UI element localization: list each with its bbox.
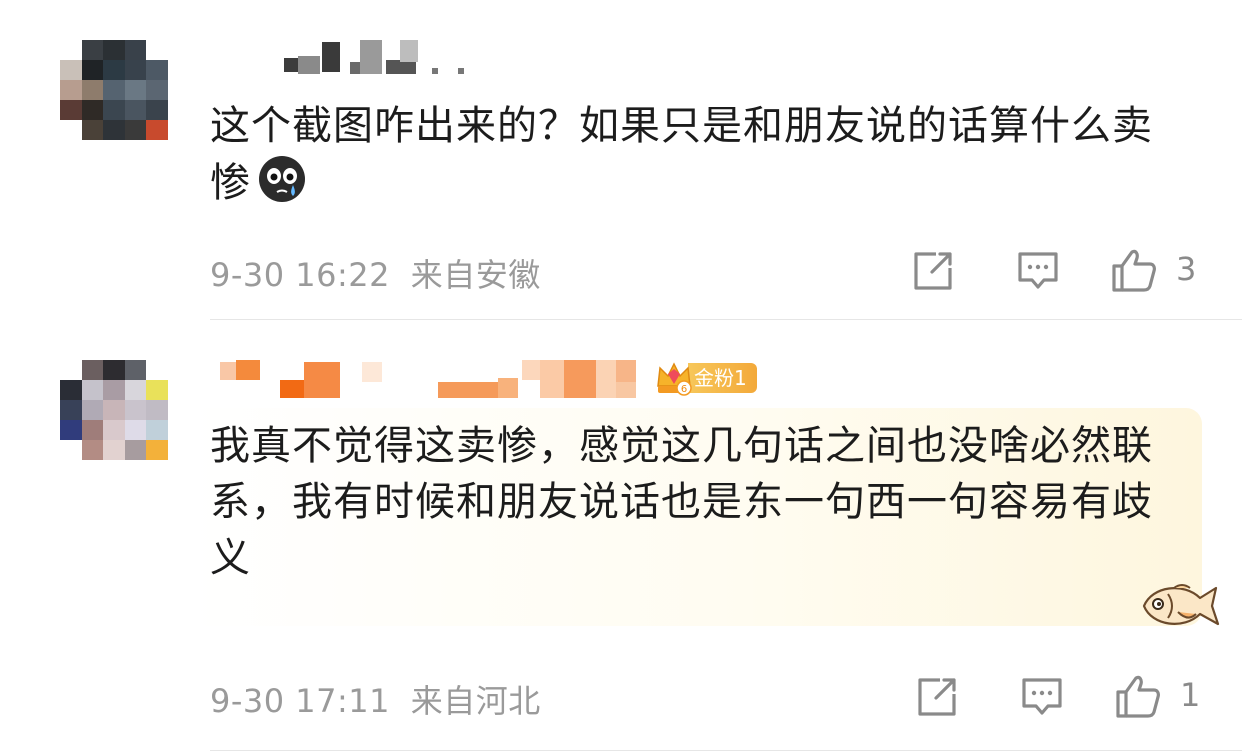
comment-text: 这个截图咋出来的？如果只是和朋友说的话算什么卖惨 — [210, 98, 1172, 211]
share-icon[interactable] — [914, 672, 962, 720]
like-count: 3 — [1176, 250, 1197, 288]
crying-face-icon — [259, 156, 305, 202]
comment-location: 来自河北 — [410, 682, 541, 720]
comment-text-content: 这个截图咋出来的？如果只是和朋友说的话算什么卖惨 — [210, 103, 1153, 206]
fan-badge[interactable]: 6 金粉1 — [654, 360, 757, 396]
avatar[interactable] — [60, 360, 168, 480]
divider — [210, 750, 1242, 751]
comment-icon[interactable] — [1018, 672, 1066, 720]
comment-item: 这个截图咋出来的？如果只是和朋友说的话算什么卖惨 9-30 16:22 来自安徽 — [0, 0, 1242, 320]
username-redacted[interactable] — [210, 38, 480, 78]
thumbs-up-icon[interactable] — [1110, 246, 1158, 294]
badge-label: 金粉1 — [688, 363, 757, 393]
comment-time: 9-30 16:22 — [210, 256, 391, 294]
comment-meta: 9-30 16:22 来自安徽 — [210, 250, 541, 296]
badge-level: 6 — [681, 384, 687, 395]
username-redacted[interactable]: 6 金粉1 — [210, 358, 770, 398]
comment-item: 6 金粉1 我真不觉得这卖惨，感觉这几句话之间也没啥必然联系，我有时候和朋友说话… — [0, 320, 1242, 754]
like-count: 1 — [1180, 676, 1201, 714]
fish-icon — [1142, 584, 1220, 626]
comment-meta: 9-30 17:11 来自河北 — [210, 676, 541, 722]
comment-time: 9-30 17:11 — [210, 682, 391, 720]
share-icon[interactable] — [910, 246, 958, 294]
avatar[interactable] — [60, 40, 168, 160]
comment-text: 我真不觉得这卖惨，感觉这几句话之间也没啥必然联系，我有时候和朋友说话也是东一句西… — [210, 423, 1153, 581]
crown-icon: 6 — [657, 362, 692, 396]
comment-icon[interactable] — [1014, 246, 1062, 294]
comment-location: 来自安徽 — [410, 256, 541, 294]
thumbs-up-icon[interactable] — [1114, 672, 1162, 720]
